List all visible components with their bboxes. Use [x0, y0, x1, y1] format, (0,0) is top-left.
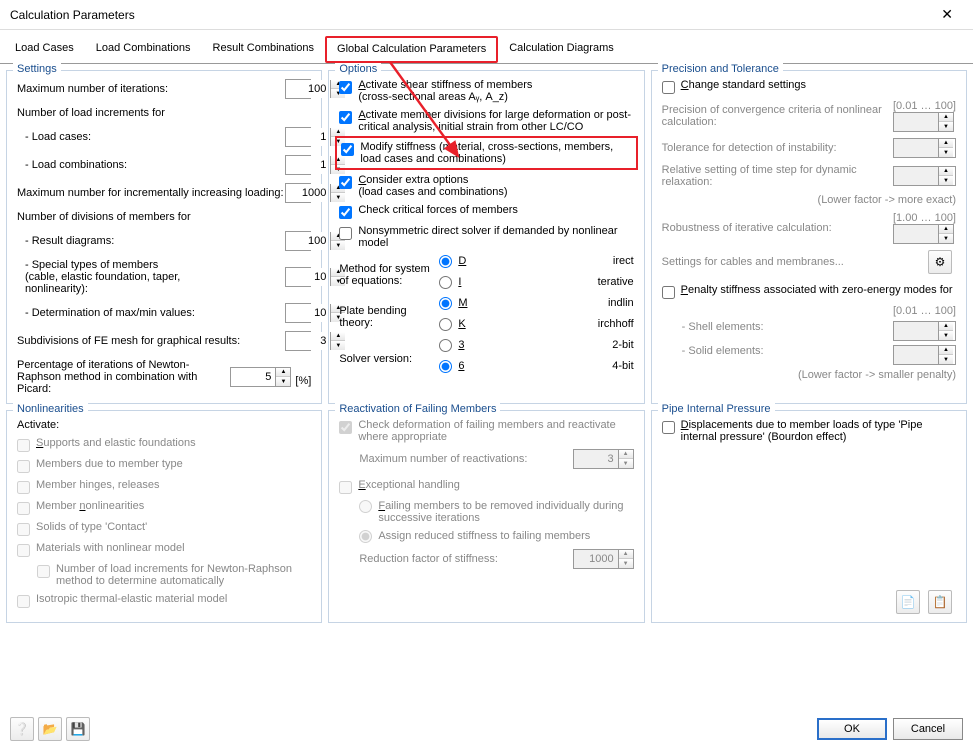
modify-stiffness-checkbox[interactable]: Modify stiffness (material, cross-sectio…: [341, 141, 631, 165]
member-nonlin-checkbox[interactable]: Member nonlinearities: [17, 500, 311, 515]
bourdon-checkbox[interactable]: Displacements due to member loads of typ…: [662, 419, 956, 443]
solids-contact-checkbox[interactable]: Solids of type 'Contact': [17, 521, 311, 536]
reduction-factor-input[interactable]: ▲▼: [573, 549, 634, 569]
penalty-shell-input[interactable]: ▲▼: [893, 321, 956, 341]
timestep-input[interactable]: ▲▼: [893, 166, 956, 186]
exceptional-checkbox[interactable]: Exceptional handling: [339, 479, 633, 494]
tab-result-combinations[interactable]: Result Combinations: [202, 36, 326, 63]
ok-button[interactable]: OK: [817, 718, 887, 740]
max-incr-loading-input[interactable]: ▲▼: [285, 183, 311, 203]
check-critical-checkbox[interactable]: Check critical forces of members: [339, 204, 633, 219]
paste-icon[interactable]: 📋: [928, 590, 952, 614]
supports-checkbox[interactable]: Supports and elastic foundations: [17, 437, 311, 452]
tab-load-combinations[interactable]: Load Combinations: [85, 36, 202, 63]
method-iterative-radio[interactable]: Iterative: [439, 276, 633, 289]
max-iterations-input[interactable]: ▲▼: [285, 79, 311, 99]
maxmin-input[interactable]: ▲▼: [285, 303, 311, 323]
save-icon[interactable]: 💾: [66, 717, 90, 741]
help-icon[interactable]: ❔: [10, 717, 34, 741]
nonlinearities-group: Nonlinearities Activate: Supports and el…: [6, 410, 322, 623]
precision-group: Precision and Tolerance Change standard …: [651, 70, 967, 404]
incr-load-comb-input[interactable]: ▲▼: [285, 155, 311, 175]
change-std-checkbox[interactable]: Change standard settings: [662, 79, 956, 94]
method-direct-radio[interactable]: Direct: [439, 255, 633, 268]
copy-icon[interactable]: 📄: [896, 590, 920, 614]
tolerance-input[interactable]: ▲▼: [893, 138, 956, 158]
settings-group: Settings Maximum number of iterations: ▲…: [6, 70, 322, 404]
tab-load-cases[interactable]: Load Cases: [4, 36, 85, 63]
tab-global-calc-parameters[interactable]: Global Calculation Parameters: [325, 36, 498, 63]
assign-reduced-radio[interactable]: Assign reduced stiffness to failing memb…: [359, 530, 633, 543]
activate-shear-checkbox[interactable]: AActivate shear stiffness of membersctiv…: [339, 79, 633, 103]
nr-auto-checkbox[interactable]: Number of load increments for Newton-Rap…: [37, 563, 311, 587]
close-icon[interactable]: ✕: [929, 2, 965, 27]
penalty-solid-input[interactable]: ▲▼: [893, 345, 956, 365]
robustness-input[interactable]: ▲▼: [893, 224, 954, 244]
cancel-button[interactable]: Cancel: [893, 718, 963, 740]
hinges-checkbox[interactable]: Member hinges, releases: [17, 479, 311, 494]
pipe-group: Pipe Internal Pressure Displacements due…: [651, 410, 967, 623]
tab-bar: Load Cases Load Combinations Result Comb…: [0, 30, 973, 64]
members-type-checkbox[interactable]: Members due to member type: [17, 458, 311, 473]
remove-members-radio[interactable]: Failing members to be removed individual…: [359, 500, 633, 524]
materials-nonlinear-checkbox[interactable]: Materials with nonlinear model: [17, 542, 311, 557]
consider-extra-checkbox[interactable]: Consider extra options(load cases and co…: [339, 174, 633, 198]
max-iterations-label: Maximum number of iterations:: [17, 83, 285, 95]
options-group: Options AActivate shear stiffness of mem…: [328, 70, 644, 404]
window-title: Calculation Parameters: [10, 8, 135, 22]
activate-member-div-checkbox[interactable]: Activate member divisions for large defo…: [339, 109, 633, 133]
result-diagrams-input[interactable]: ▲▼: [285, 231, 311, 251]
special-members-input[interactable]: ▲▼: [285, 267, 311, 287]
incr-load-cases-input[interactable]: ▲▼: [285, 127, 311, 147]
cable-settings-link[interactable]: Settings for cables and membranes...: [662, 256, 883, 268]
plate-mindlin-radio[interactable]: Mindlin: [439, 297, 633, 310]
subdiv-input[interactable]: ▲▼: [285, 331, 311, 351]
penalty-checkbox[interactable]: Penalty stiffness associated with zero-e…: [662, 284, 956, 299]
iso-thermal-checkbox[interactable]: Isotropic thermal-elastic material model: [17, 593, 311, 608]
solver-64-radio[interactable]: 64-bit: [439, 360, 633, 373]
nonsym-solver-checkbox[interactable]: Nonsymmetric direct solver if demanded b…: [339, 225, 633, 249]
convergence-input[interactable]: ▲▼: [893, 112, 954, 132]
check-deform-checkbox[interactable]: Check deformation of failing members and…: [339, 419, 633, 443]
max-reactivations-input[interactable]: ▲▼: [573, 449, 634, 469]
pct-iterations-input[interactable]: ▲▼: [230, 367, 291, 387]
open-icon[interactable]: 📂: [38, 717, 62, 741]
solver-32-radio[interactable]: 32-bit: [439, 339, 633, 352]
cable-settings-icon[interactable]: ⚙: [928, 250, 952, 274]
plate-kirchhoff-radio[interactable]: Kirchhoff: [439, 318, 633, 331]
reactivation-group: Reactivation of Failing Members Check de…: [328, 410, 644, 623]
tab-calc-diagrams[interactable]: Calculation Diagrams: [498, 36, 625, 63]
